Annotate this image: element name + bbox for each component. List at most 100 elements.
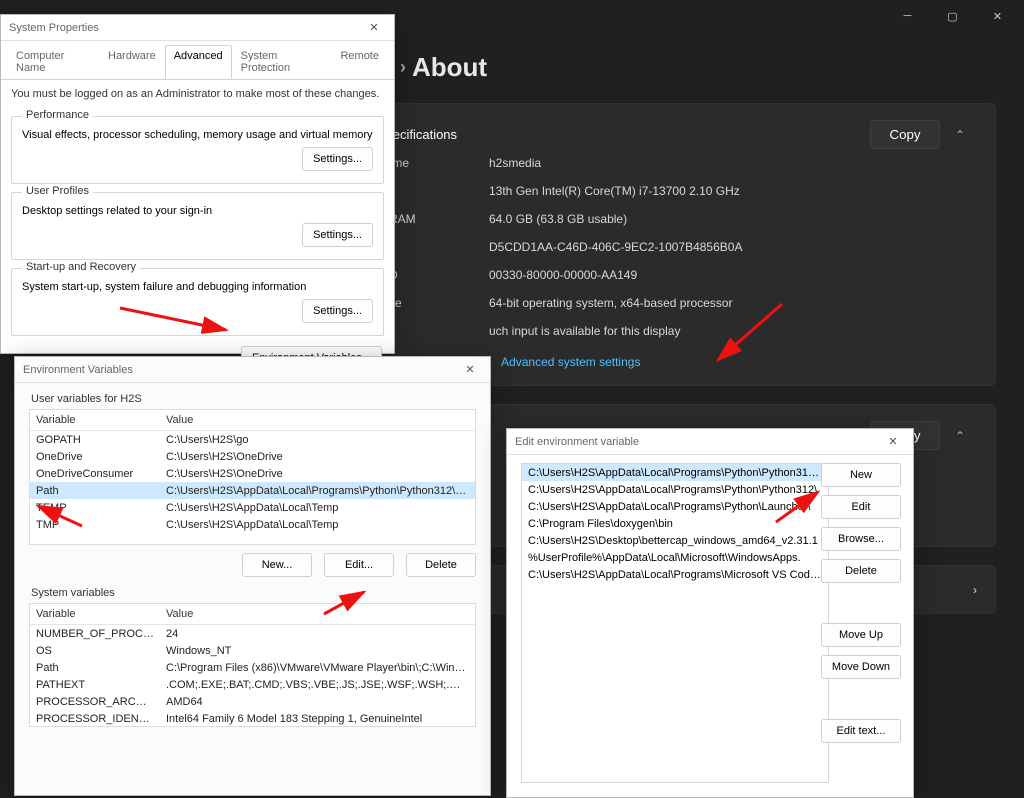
delete-entry-button[interactable]: Delete <box>821 559 901 583</box>
user-delete-button[interactable]: Delete <box>406 553 476 577</box>
var-value: C:\Users\H2S\AppData\Local\Temp <box>160 499 475 516</box>
system-properties-dialog: System Properties ✕ Computer NameHardwar… <box>0 14 395 354</box>
group-legend: Performance <box>22 109 93 121</box>
table-row[interactable]: Path C:\Users\H2S\AppData\Local\Programs… <box>30 482 475 499</box>
list-item[interactable]: C:\Program Files\doxygen\bin <box>522 515 828 532</box>
col-variable[interactable]: Variable <box>30 604 160 625</box>
spec-row: or 13th Gen Intel(R) Core(TM) i7-13700 2… <box>379 177 977 205</box>
sys-vars-label: System variables <box>15 577 490 603</box>
about-heading: About <box>412 52 487 83</box>
list-item[interactable]: %UserProfile%\AppData\Local\Microsoft\Wi… <box>522 549 828 566</box>
advanced-system-settings-link[interactable]: Advanced system settings <box>501 355 640 369</box>
table-row[interactable]: TEMP C:\Users\H2S\AppData\Local\Temp <box>30 499 475 516</box>
table-row[interactable]: Path C:\Program Files (x86)\VMware\VMwar… <box>30 659 475 676</box>
spec-label <box>379 324 489 338</box>
list-item[interactable]: C:\Users\H2S\Desktop\bettercap_windows_a… <box>522 532 828 549</box>
var-value: C:\Users\H2S\go <box>160 431 475 449</box>
spec-row: uch input is available for this display <box>379 317 977 345</box>
table-row[interactable]: NUMBER_OF_PROCESSORS 24 <box>30 625 475 643</box>
new-entry-button[interactable]: New <box>821 463 901 487</box>
var-value: C:\Users\H2S\AppData\Local\Temp <box>160 516 475 533</box>
list-item[interactable]: C:\Users\H2S\AppData\Local\Programs\Pyth… <box>522 481 828 498</box>
list-item[interactable]: C:\Users\H2S\AppData\Local\Programs\Pyth… <box>522 498 828 515</box>
var-value: .COM;.EXE;.BAT;.CMD;.VBS;.VBE;.JS;.JSE;.… <box>160 676 475 693</box>
tab-system-protection[interactable]: System Protection <box>232 45 332 79</box>
tab-advanced[interactable]: Advanced <box>165 45 232 79</box>
dialog-title: Edit environment variable <box>515 436 639 448</box>
var-name: OneDrive <box>30 448 160 465</box>
user-edit-button[interactable]: Edit... <box>324 553 394 577</box>
minimize-icon[interactable]: ─ <box>885 1 930 31</box>
performance-text: Visual effects, processor scheduling, me… <box>22 129 373 141</box>
spec-row: t ID 00330-80000-00000-AA149 <box>379 261 977 289</box>
table-row[interactable]: PATHEXT .COM;.EXE;.BAT;.CMD;.VBS;.VBE;.J… <box>30 676 475 693</box>
table-row[interactable]: OS Windows_NT <box>30 642 475 659</box>
move-down-button[interactable]: Move Down <box>821 655 901 679</box>
var-value: AMD64 <box>160 693 475 710</box>
path-entries-list[interactable]: C:\Users\H2S\AppData\Local\Programs\Pyth… <box>521 463 829 783</box>
list-item[interactable]: C:\Users\H2S\AppData\Local\Programs\Pyth… <box>522 464 828 481</box>
move-up-button[interactable]: Move Up <box>821 623 901 647</box>
close-icon[interactable]: ✕ <box>458 360 482 380</box>
browse-entry-button[interactable]: Browse... <box>821 527 901 551</box>
edit-text-button[interactable]: Edit text... <box>821 719 901 743</box>
close-icon[interactable]: ✕ <box>975 1 1020 31</box>
table-row[interactable]: OneDriveConsumer C:\Users\H2S\OneDrive <box>30 465 475 482</box>
sysprops-tabs: Computer NameHardwareAdvancedSystem Prot… <box>1 41 394 80</box>
var-name: TEMP <box>30 499 160 516</box>
var-name: Path <box>30 659 160 676</box>
dialog-title: Environment Variables <box>23 364 133 376</box>
user-vars-label: User variables for H2S <box>15 383 490 409</box>
var-value: C:\Users\H2S\OneDrive <box>160 465 475 482</box>
var-name: OneDriveConsumer <box>30 465 160 482</box>
col-value[interactable]: Value <box>160 604 475 625</box>
sys-vars-table[interactable]: Variable Value NUMBER_OF_PROCESSORS 24OS… <box>29 603 476 727</box>
group-legend: User Profiles <box>22 185 93 197</box>
tab-hardware[interactable]: Hardware <box>99 45 165 79</box>
table-row[interactable]: TMP C:\Users\H2S\AppData\Local\Temp <box>30 516 475 533</box>
table-row[interactable]: GOPATH C:\Users\H2S\go <box>30 431 475 449</box>
tab-remote[interactable]: Remote <box>331 45 388 79</box>
table-row[interactable]: PROCESSOR_ARCHITECTU... AMD64 <box>30 693 475 710</box>
col-variable[interactable]: Variable <box>30 410 160 431</box>
var-name: PROCESSOR_ARCHITECTU... <box>30 693 160 710</box>
spec-label: d RAM <box>379 212 489 226</box>
table-row[interactable]: OneDrive C:\Users\H2S\OneDrive <box>30 448 475 465</box>
list-item[interactable]: C:\Users\H2S\AppData\Local\Programs\Micr… <box>522 566 828 583</box>
table-row[interactable]: PROCESSOR_IDENTIFIER Intel64 Family 6 Mo… <box>30 710 475 727</box>
admin-note: You must be logged on as an Administrato… <box>1 80 394 108</box>
spec-value: 00330-80000-00000-AA149 <box>489 268 637 282</box>
spec-label: name <box>379 156 489 170</box>
profiles-settings-button[interactable]: Settings... <box>302 223 373 247</box>
spec-value: h2smedia <box>489 156 541 170</box>
edit-entry-button[interactable]: Edit <box>821 495 901 519</box>
close-icon[interactable]: ✕ <box>881 432 905 452</box>
edit-env-variable-dialog: Edit environment variable ✕ C:\Users\H2S… <box>506 428 914 798</box>
chevron-right-icon: › <box>973 583 977 597</box>
copy-specs-button[interactable]: Copy <box>870 120 939 149</box>
spec-label: type <box>379 296 489 310</box>
var-name: TMP <box>30 516 160 533</box>
var-name: OS <box>30 642 160 659</box>
spec-label: or <box>379 184 489 198</box>
var-value: Intel64 Family 6 Model 183 Stepping 1, G… <box>160 710 475 727</box>
maximize-icon[interactable]: ▢ <box>930 1 975 31</box>
spec-row: ID D5CDD1AA-C46D-406C-9EC2-1007B4856B0A <box>379 233 977 261</box>
close-icon[interactable]: ✕ <box>362 18 386 38</box>
chevron-up-icon[interactable]: ⌃ <box>943 122 977 148</box>
tab-computer-name[interactable]: Computer Name <box>7 45 99 79</box>
user-vars-table[interactable]: Variable Value GOPATH C:\Users\H2S\goOne… <box>29 409 476 545</box>
col-value[interactable]: Value <box>160 410 475 431</box>
startup-settings-button[interactable]: Settings... <box>302 299 373 323</box>
chevron-right-icon: › <box>400 57 406 78</box>
var-value: 24 <box>160 625 475 643</box>
chevron-up-icon[interactable]: ⌃ <box>943 423 977 449</box>
spec-row: d RAM 64.0 GB (63.8 GB usable) <box>379 205 977 233</box>
group-legend: Start-up and Recovery <box>22 261 140 273</box>
var-name: Path <box>30 482 160 499</box>
user-new-button[interactable]: New... <box>242 553 312 577</box>
var-value: C:\Users\H2S\AppData\Local\Programs\Pyth… <box>160 482 475 499</box>
performance-settings-button[interactable]: Settings... <box>302 147 373 171</box>
spec-value: 13th Gen Intel(R) Core(TM) i7-13700 2.10… <box>489 184 740 198</box>
spec-value: uch input is available for this display <box>489 324 680 338</box>
